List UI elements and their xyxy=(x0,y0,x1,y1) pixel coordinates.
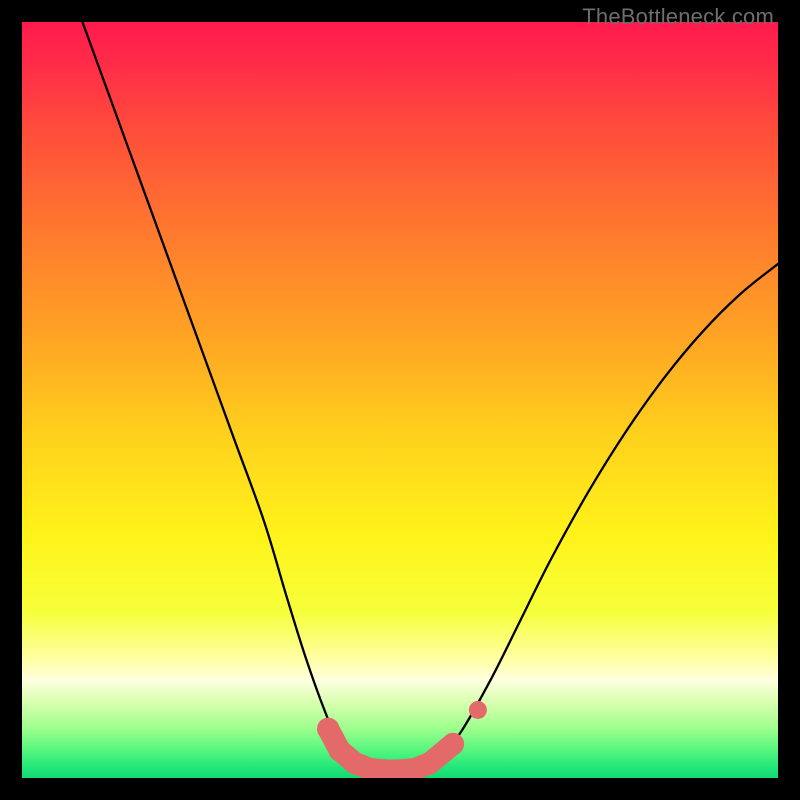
gradient-background xyxy=(22,22,778,778)
marker-dot xyxy=(317,718,339,740)
watermark-text: TheBottleneck.com xyxy=(582,4,774,30)
marker-dot xyxy=(469,701,487,719)
marker-dot xyxy=(442,733,464,755)
bottleneck-chart xyxy=(22,22,778,778)
chart-frame xyxy=(22,22,778,778)
outlier-marker xyxy=(469,701,487,719)
marker-dot xyxy=(419,752,441,774)
